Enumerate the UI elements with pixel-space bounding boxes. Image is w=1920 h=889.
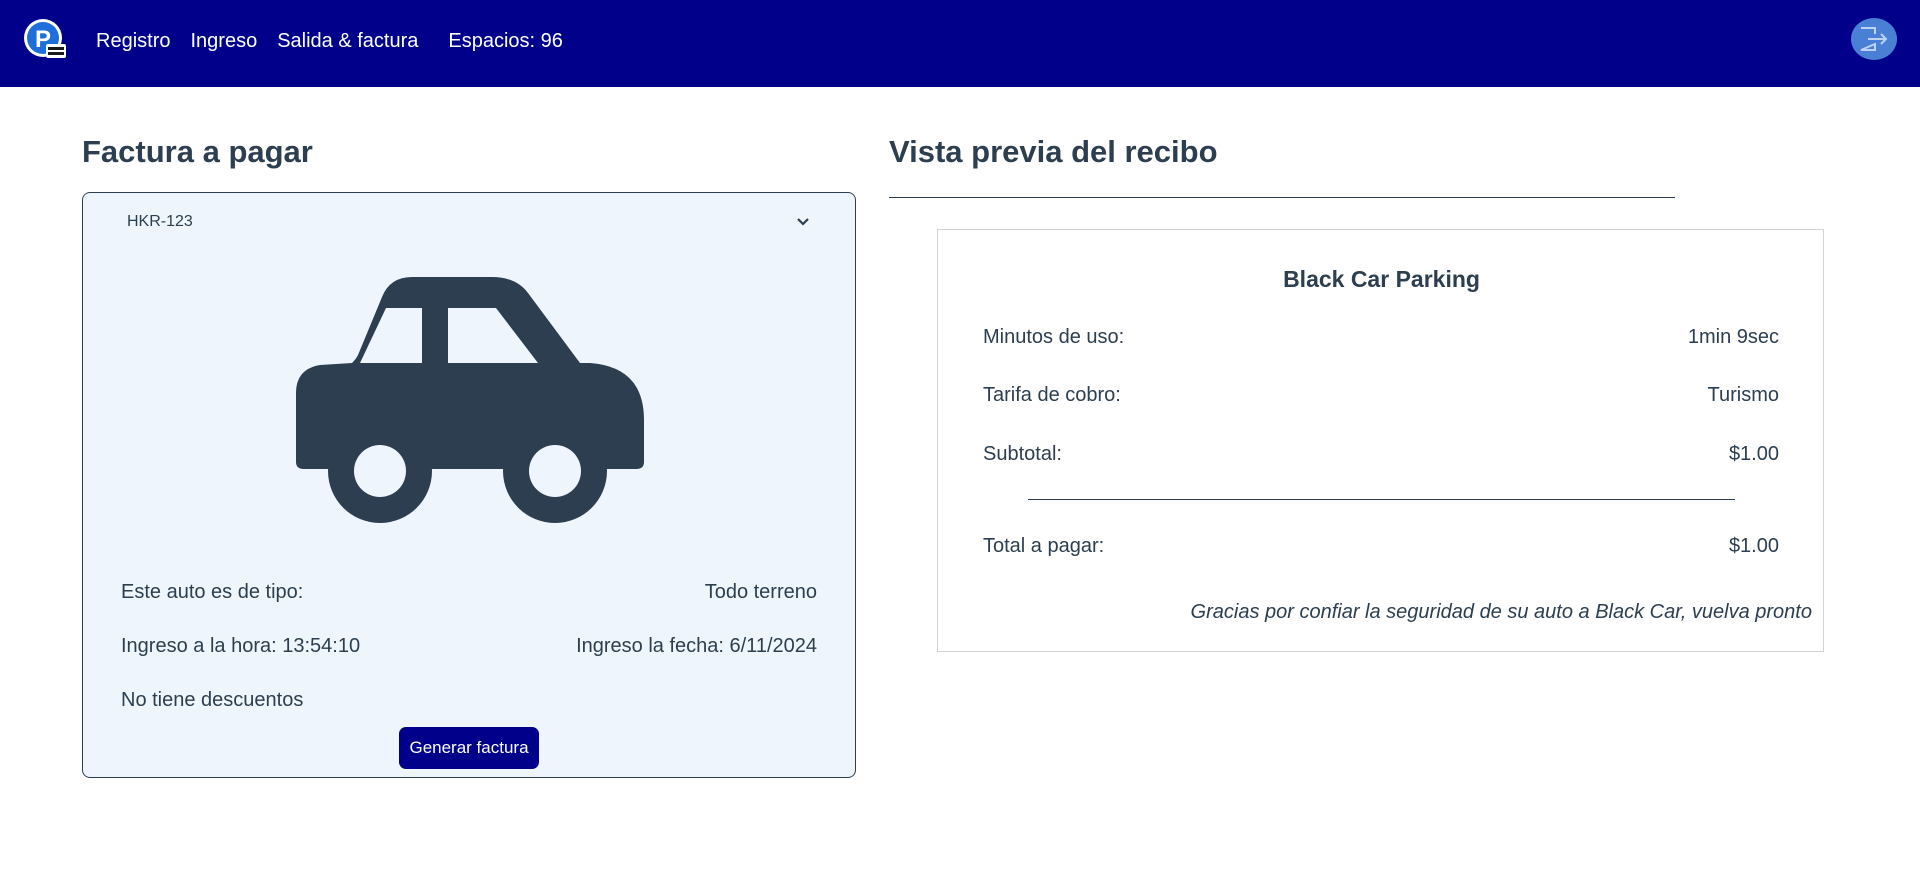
entry-info-row: Ingreso a la hora: 13:54:10 Ingreso la f…: [121, 635, 817, 658]
thanks-message: Gracias por confiar la seguridad de su a…: [1190, 601, 1812, 623]
parking-logo-icon[interactable]: P: [22, 18, 68, 62]
entry-date: Ingreso la fecha: 6/11/2024: [576, 635, 817, 657]
receipt-row-label: Minutos de uso:: [983, 326, 1125, 348]
generate-invoice-button[interactable]: Generar factura: [399, 727, 539, 769]
receipt-divider: [1028, 499, 1735, 500]
total-value: $1.00: [1728, 535, 1779, 557]
receipt-preview-title: Vista previa del recibo: [889, 134, 1218, 169]
nav-link-salida-factura[interactable]: Salida & factura: [277, 30, 418, 53]
plate-select-value: HKR-123: [127, 213, 193, 230]
total-label: Total a pagar:: [983, 535, 1105, 557]
vehicle-type-label: Este auto es de tipo:: [121, 581, 304, 603]
entry-time: Ingreso a la hora: 13:54:10: [121, 635, 361, 657]
nav-link-ingreso[interactable]: Ingreso: [190, 30, 257, 53]
receipt-row-value: 1min 9sec: [1687, 326, 1779, 348]
receipt-row-minutes: Minutos de uso: 1min 9sec: [983, 326, 1779, 349]
chevron-down-icon: [797, 218, 809, 226]
logout-icon: [1860, 27, 1888, 51]
receipt-row-total: Total a pagar: $1.00: [983, 535, 1779, 558]
receipt-preview: Black Car Parking Minutos de uso: 1min 9…: [937, 229, 1824, 652]
invoice-title: Factura a pagar: [82, 134, 313, 169]
nav-link-registro[interactable]: Registro: [96, 30, 170, 53]
receipt-row-rate: Tarifa de cobro: Turismo: [983, 384, 1779, 407]
discount-row: No tiene descuentos: [121, 689, 817, 712]
nav-links: Registro Ingreso Salida & factura Espaci…: [96, 0, 563, 83]
title-divider: [889, 197, 1675, 198]
logout-button[interactable]: [1851, 18, 1897, 60]
business-name: Black Car Parking: [1283, 266, 1480, 292]
car-icon: [296, 277, 644, 523]
invoice-card: HKR-123 Este auto es de tipo: Todo terre…: [82, 192, 856, 778]
discount-text: No tiene descuentos: [121, 689, 304, 711]
receipt-row-label: Subtotal:: [983, 443, 1062, 465]
available-spaces-count: Espacios: 96: [448, 30, 563, 52]
vehicle-type-value: Todo terreno: [704, 581, 817, 603]
plate-select[interactable]: HKR-123: [113, 205, 825, 239]
top-navbar: P Registro Ingreso Salida & factura Espa…: [0, 0, 1920, 87]
vehicle-type-row: Este auto es de tipo: Todo terreno: [121, 581, 817, 604]
receipt-row-subtotal: Subtotal: $1.00: [983, 443, 1779, 466]
receipt-row-value: Turismo: [1707, 384, 1779, 406]
receipt-row-value: $1.00: [1728, 443, 1779, 465]
receipt-row-label: Tarifa de cobro:: [983, 384, 1121, 406]
